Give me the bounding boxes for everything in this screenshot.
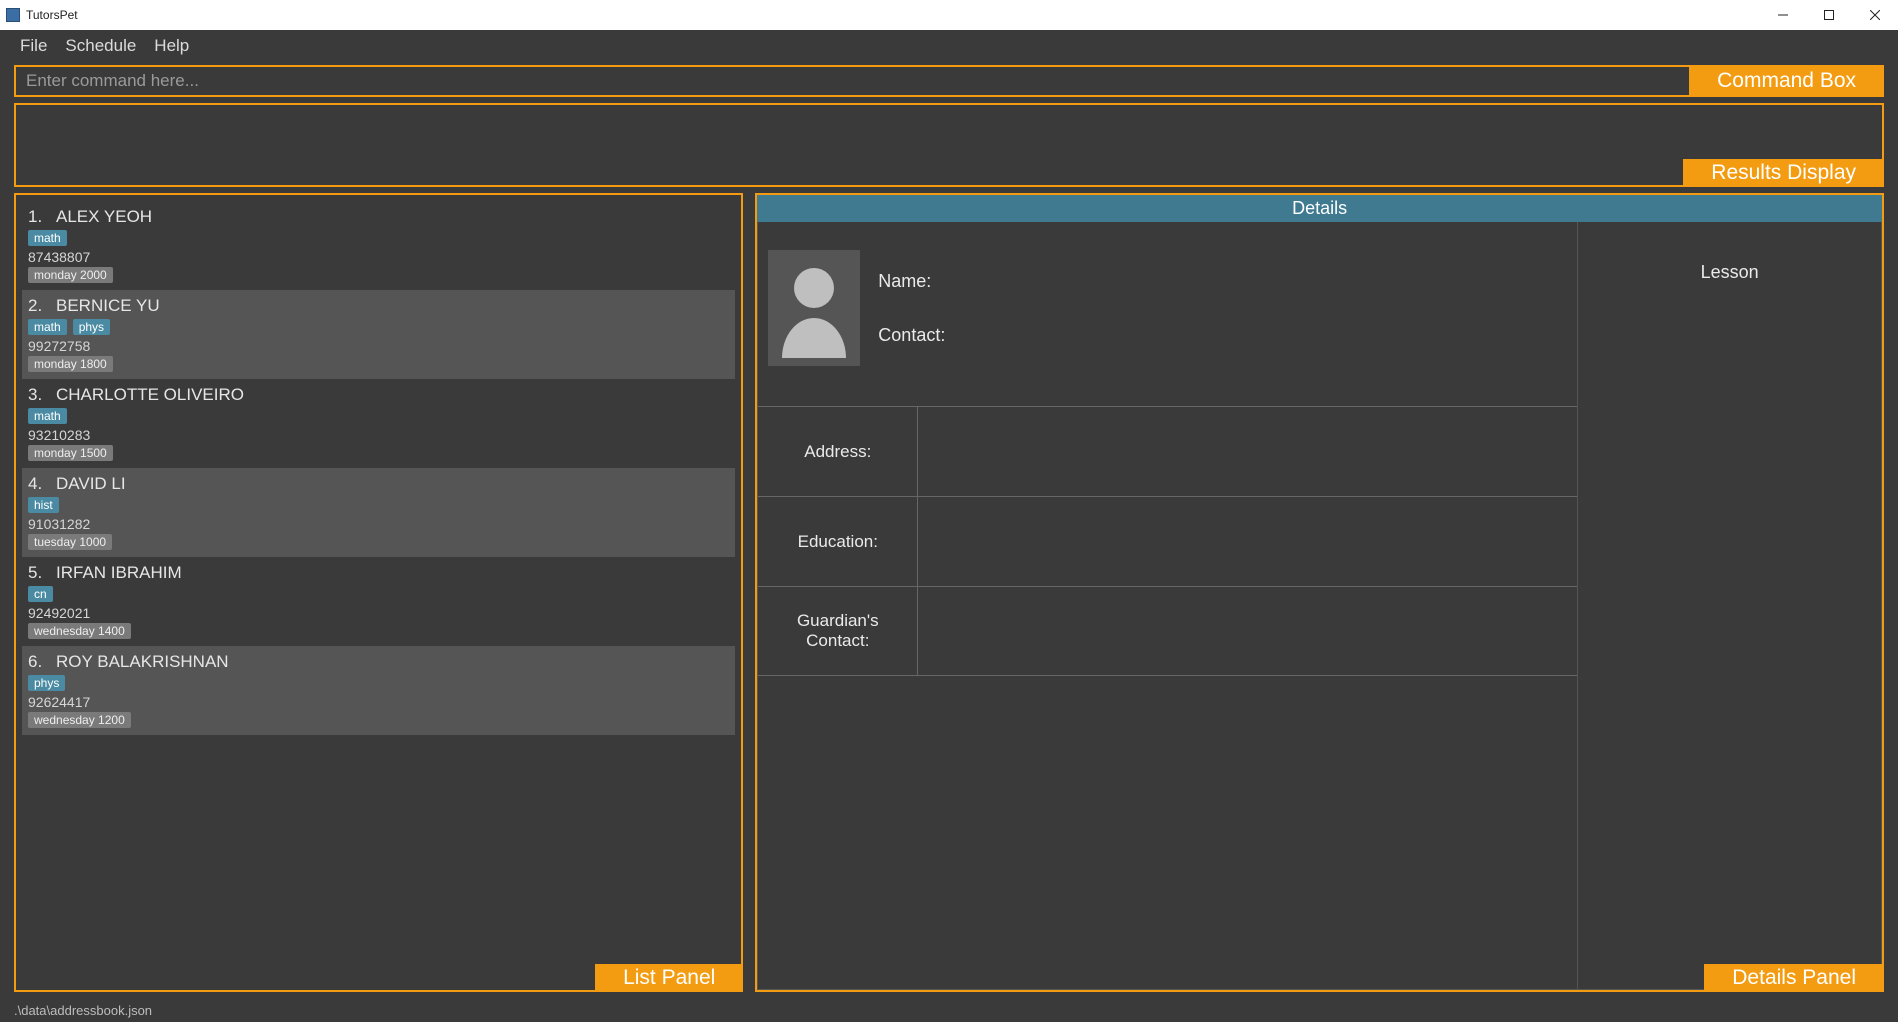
schedule-tag: tuesday 1000: [28, 534, 112, 550]
schedule-tag: monday 2000: [28, 267, 113, 283]
subject-tag: math: [28, 230, 67, 246]
list-item[interactable]: 3. CHARLOTTE OLIVEIRO math 93210283 monday 1…: [22, 379, 735, 468]
subject-tag: cn: [28, 586, 53, 602]
list-item-name: BERNICE YU: [56, 296, 160, 316]
list-item-phone: 91031282: [28, 516, 729, 532]
menu-file[interactable]: File: [20, 36, 47, 56]
details-education-label: Education:: [758, 497, 918, 586]
list-item-index: 5.: [28, 563, 46, 583]
list-item-phone: 92492021: [28, 605, 729, 621]
app-icon: [6, 8, 20, 22]
menu-help[interactable]: Help: [154, 36, 189, 56]
details-contact-label: Contact:: [878, 325, 945, 346]
avatar-icon: [768, 250, 860, 366]
schedule-tag: monday 1500: [28, 445, 113, 461]
details-address-label: Address:: [758, 407, 918, 496]
list-item-phone: 99272758: [28, 338, 729, 354]
results-display-label: Results Display: [1683, 159, 1884, 187]
subject-tag: math: [28, 408, 67, 424]
list-item-index: 2.: [28, 296, 46, 316]
details-lesson-pane: Lesson: [1578, 222, 1882, 990]
command-box-label: Command Box: [1689, 65, 1884, 97]
list-item-name: ALEX YEOH: [56, 207, 152, 227]
statusbar: .\data\addressbook.json: [0, 998, 1898, 1022]
schedule-tag: wednesday 1400: [28, 623, 131, 639]
list-item-phone: 92624417: [28, 694, 729, 710]
schedule-tag: wednesday 1200: [28, 712, 131, 728]
details-panel-label: Details Panel: [1704, 964, 1884, 992]
subject-tag: math: [28, 319, 67, 335]
details-left: Name: Contact: Address: Education:: [757, 222, 1578, 990]
list-item[interactable]: 2. BERNICE YU math phys 99272758 monday 1800: [22, 290, 735, 379]
list-item-name: IRFAN IBRAHIM: [56, 563, 182, 583]
list-item-index: 4.: [28, 474, 46, 494]
list-item-name: DAVID LI: [56, 474, 126, 494]
details-guardian-label: Guardian's Contact:: [758, 587, 918, 675]
list-item-phone: 87438807: [28, 249, 729, 265]
window-titlebar: TutorsPet: [0, 0, 1898, 30]
list-item-phone: 93210283: [28, 427, 729, 443]
list-panel: 1. ALEX YEOH math 87438807 monday 2000 2. BERN…: [14, 193, 743, 992]
details-lesson-label: Lesson: [1588, 262, 1871, 283]
details-education-row: Education:: [758, 496, 1577, 586]
maximize-button[interactable]: [1806, 0, 1852, 30]
details-name-label: Name:: [878, 271, 945, 292]
list-item-index: 3.: [28, 385, 46, 405]
list-item-name: ROY BALAKRISHNAN: [56, 652, 229, 672]
subject-tag: phys: [73, 319, 110, 335]
list-item-index: 1.: [28, 207, 46, 227]
command-input[interactable]: [16, 67, 1882, 95]
window-controls: [1760, 0, 1898, 30]
menu-schedule[interactable]: Schedule: [65, 36, 136, 56]
status-path: .\data\addressbook.json: [14, 1003, 152, 1018]
results-display: Results Display: [14, 103, 1884, 187]
list-item-index: 6.: [28, 652, 46, 672]
list-scroll[interactable]: 1. ALEX YEOH math 87438807 monday 2000 2. BERN…: [16, 195, 741, 990]
close-button[interactable]: [1852, 0, 1898, 30]
list-item[interactable]: 1. ALEX YEOH math 87438807 monday 2000: [22, 201, 735, 290]
list-item-name: CHARLOTTE OLIVEIRO: [56, 385, 244, 405]
subject-tag: phys: [28, 675, 65, 691]
details-address-row: Address:: [758, 406, 1577, 496]
main-area: 1. ALEX YEOH math 87438807 monday 2000 2. BERN…: [0, 193, 1898, 998]
schedule-tag: monday 1800: [28, 356, 113, 372]
menubar: File Schedule Help: [0, 30, 1898, 62]
details-header: Details: [757, 195, 1882, 222]
command-box: Command Box: [14, 65, 1884, 97]
list-panel-label: List Panel: [595, 964, 743, 992]
window-title: TutorsPet: [26, 8, 78, 22]
subject-tag: hist: [28, 497, 59, 513]
list-item[interactable]: 5. IRFAN IBRAHIMcn 92492021 wednesday 1400: [22, 557, 735, 646]
app-root: File Schedule Help Command Box Results D…: [0, 30, 1898, 1022]
list-item[interactable]: 4. DAVID LI hist 91031282 tuesday 1000: [22, 468, 735, 557]
details-guardian-row: Guardian's Contact:: [758, 586, 1577, 676]
minimize-button[interactable]: [1760, 0, 1806, 30]
details-panel: Details Name: Contact:: [755, 193, 1884, 992]
list-item[interactable]: 6. ROY BALAKRISHNAN phys 92624417 wednesday …: [22, 646, 735, 735]
